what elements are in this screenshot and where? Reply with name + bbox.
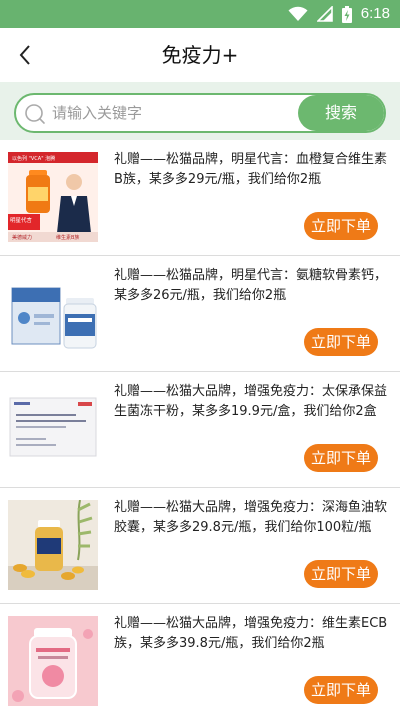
product-description: 礼赠——松猫大品牌，增强免疫力：太保承保益生菌冻干粉，某多多19.9元/盒，我们… (114, 384, 388, 419)
order-now-button[interactable]: 立即下单 (304, 560, 378, 588)
status-time: 6:18 (360, 5, 390, 22)
wifi-icon (288, 6, 308, 21)
product-image-vitamin-ecb (8, 616, 98, 706)
search-icon (25, 104, 45, 124)
product-image-vitamin-b: 以色列 "VCA" 泡腾 明星代言 美德威力 维生素B族 (8, 152, 98, 242)
product-image-glucosamine (8, 268, 98, 358)
order-now-button[interactable]: 立即下单 (304, 676, 378, 704)
product-description: 礼赠——松猫大品牌，增强免疫力：深海鱼油软胶囊，某多多29.8元/瓶，我们给你1… (114, 500, 388, 535)
search-input[interactable] (52, 98, 292, 128)
order-now-button[interactable]: 立即下单 (304, 212, 378, 240)
order-now-button[interactable]: 立即下单 (304, 444, 378, 472)
signal-icon (316, 6, 333, 22)
product-item[interactable]: 礼赠——松猫大品牌，增强免疫力：太保承保益生菌冻干粉，某多多19.9元/盒，我们… (0, 372, 400, 488)
product-item[interactable]: 礼赠——松猫大品牌，增强免疫力：深海鱼油软胶囊，某多多29.8元/瓶，我们给你1… (0, 488, 400, 604)
back-button[interactable] (10, 40, 40, 70)
product-image-probiotic (8, 384, 98, 474)
order-now-button[interactable]: 立即下单 (304, 328, 378, 356)
product-description: 礼赠——松猫品牌，明星代言：氨糖软骨素钙，某多多26元/瓶，我们给你2瓶 (114, 268, 388, 303)
search-bar: 搜索 (14, 93, 386, 133)
chevron-left-icon (19, 45, 30, 65)
product-description: 礼赠——松猫品牌，明星代言：血橙复合维生素B族，某多多29元/瓶，我们给你2瓶 (114, 152, 388, 187)
product-item[interactable]: 礼赠——松猫品牌，明星代言：氨糖软骨素钙，某多多26元/瓶，我们给你2瓶 立即下… (0, 256, 400, 372)
status-bar: 6:18 (0, 0, 400, 28)
status-icons: 6:18 (288, 5, 390, 23)
battery-charging-icon (341, 5, 352, 23)
page-title: 免疫力+ (161, 43, 239, 67)
product-item[interactable]: 以色列 "VCA" 泡腾 明星代言 美德威力 维生素B族 礼赠——松猫品牌，明星… (0, 140, 400, 256)
image-caption-left: 美德威力 (12, 234, 32, 241)
image-badge-text: 明星代言 (10, 216, 33, 224)
image-caption-right: 维生素B族 (56, 234, 79, 241)
product-item[interactable]: 礼赠——松猫大品牌，增强免疫力：维生素ECB族，某多多39.8元/瓶，我们给你2… (0, 604, 400, 712)
product-description: 礼赠——松猫大品牌，增强免疫力：维生素ECB族，某多多39.8元/瓶，我们给你2… (114, 616, 388, 651)
image-banner-text: 以色列 "VCA" 泡腾 (12, 155, 55, 162)
product-image-fish-oil (8, 500, 98, 590)
nav-bar: 免疫力+ (0, 28, 400, 82)
search-button[interactable]: 搜索 (298, 95, 384, 131)
